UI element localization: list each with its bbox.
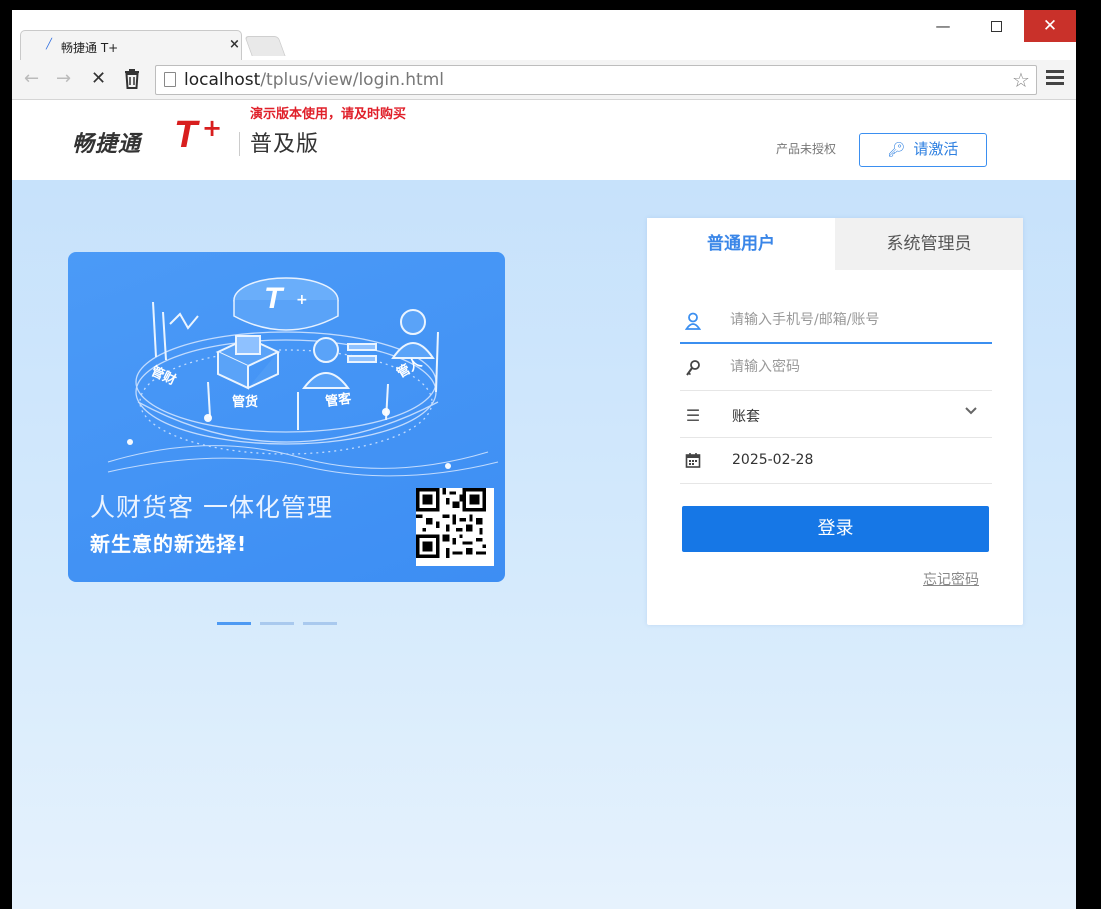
trash-icon[interactable]	[123, 68, 141, 90]
password-input[interactable]	[730, 356, 980, 378]
url-host: localhost	[184, 70, 261, 90]
page-header: 畅捷通 T + 普及版 演示版本使用，请及时购买 产品未授权 🔑︎ 请激活	[12, 100, 1076, 180]
tab-title: 畅捷通 T+	[61, 41, 119, 55]
browser-tab[interactable]: ╱ 畅捷通 T+ ×	[20, 30, 242, 60]
list-icon: ☰	[685, 406, 701, 425]
calendar-icon	[684, 452, 702, 472]
login-date-value: 2025-02-28	[732, 452, 814, 468]
password-field	[680, 345, 992, 391]
account-set-select[interactable]: ☰ 账套	[680, 392, 992, 438]
graphic-label-1: 管货	[232, 394, 258, 410]
key-icon	[684, 359, 702, 381]
chevron-down-icon	[964, 404, 978, 420]
forgot-password-link[interactable]: 忘记密码	[923, 569, 979, 589]
isometric-illustration: T + 管财 管货 管客 管人	[107, 277, 499, 477]
logo-divider	[239, 132, 240, 156]
brand-logo-plus: +	[202, 114, 223, 142]
graphic-label-0: 管财	[148, 363, 178, 388]
title-bar: ╱ 畅捷通 T+ × — ✕	[12, 10, 1076, 60]
account-set-value: 账套	[732, 409, 760, 425]
license-status: 产品未授权	[776, 142, 837, 156]
graphic-label-2: 管客	[324, 390, 353, 410]
page-icon	[164, 72, 176, 87]
date-field[interactable]: 2025-02-28	[680, 438, 992, 484]
user-icon	[684, 312, 702, 334]
address-bar[interactable]: localhost/tplus/view/login.html ☆	[155, 65, 1037, 95]
url-text: localhost/tplus/view/login.html	[184, 70, 444, 90]
login-button[interactable]: 登录	[682, 506, 989, 552]
brand-logo-t: T	[174, 114, 198, 156]
username-input[interactable]	[730, 309, 980, 331]
promo-banner[interactable]: T + 管财 管货 管客 管人 人财货客 一体化管理 新生意的新选择!	[68, 252, 505, 582]
forward-arrow-icon[interactable]: →	[56, 68, 71, 90]
qr-code-icon	[416, 488, 494, 566]
graphic-logo-text: T	[264, 282, 285, 315]
browser-toolbar: ← → ✕ localhost/tplus/view/login.html ☆	[12, 60, 1076, 100]
new-tab-button[interactable]	[244, 36, 286, 56]
demo-notice: 演示版本使用，请及时购买	[250, 107, 407, 122]
stop-loading-icon[interactable]: ✕	[91, 68, 106, 90]
bookmark-star-icon[interactable]: ☆	[1012, 68, 1030, 92]
back-arrow-icon[interactable]: ←	[24, 68, 39, 90]
username-field	[680, 298, 992, 344]
login-panel: 普通用户 系统管理员 ☰ 账套	[647, 218, 1023, 625]
login-tabs: 普通用户 系统管理员	[647, 218, 1023, 270]
svg-text:+: +	[296, 292, 308, 308]
minimize-button[interactable]: —	[919, 10, 967, 42]
activate-button[interactable]: 🔑︎ 请激活	[859, 133, 987, 167]
feather-favicon-icon: ╱	[46, 39, 53, 50]
tab-system-admin[interactable]: 系统管理员	[835, 218, 1023, 270]
key-icon: 🔑︎	[887, 142, 906, 158]
close-window-button[interactable]: ✕	[1024, 10, 1076, 42]
browser-window: ╱ 畅捷通 T+ × — ✕ ← → ✕ localhost/tplus/vie…	[12, 10, 1076, 909]
url-path: /tplus/view/login.html	[260, 70, 444, 90]
carousel-dot[interactable]	[303, 622, 337, 625]
banner-title: 人财货客 一体化管理	[90, 493, 333, 522]
edition-label: 普及版	[250, 132, 320, 157]
tab-regular-user[interactable]: 普通用户	[647, 218, 835, 270]
login-page: 畅捷通 T + 普及版 演示版本使用，请及时购买 产品未授权 🔑︎ 请激活 T …	[12, 100, 1076, 909]
activate-label: 请激活	[913, 140, 959, 158]
maximize-button[interactable]	[972, 10, 1020, 42]
banner-subtitle: 新生意的新选择!	[90, 532, 248, 556]
carousel-dot[interactable]	[217, 622, 251, 625]
brand-logo-text: 畅捷通	[72, 132, 142, 157]
carousel-dot[interactable]	[260, 622, 294, 625]
browser-menu-icon[interactable]	[1046, 70, 1064, 88]
tab-close-icon[interactable]: ×	[229, 37, 240, 52]
